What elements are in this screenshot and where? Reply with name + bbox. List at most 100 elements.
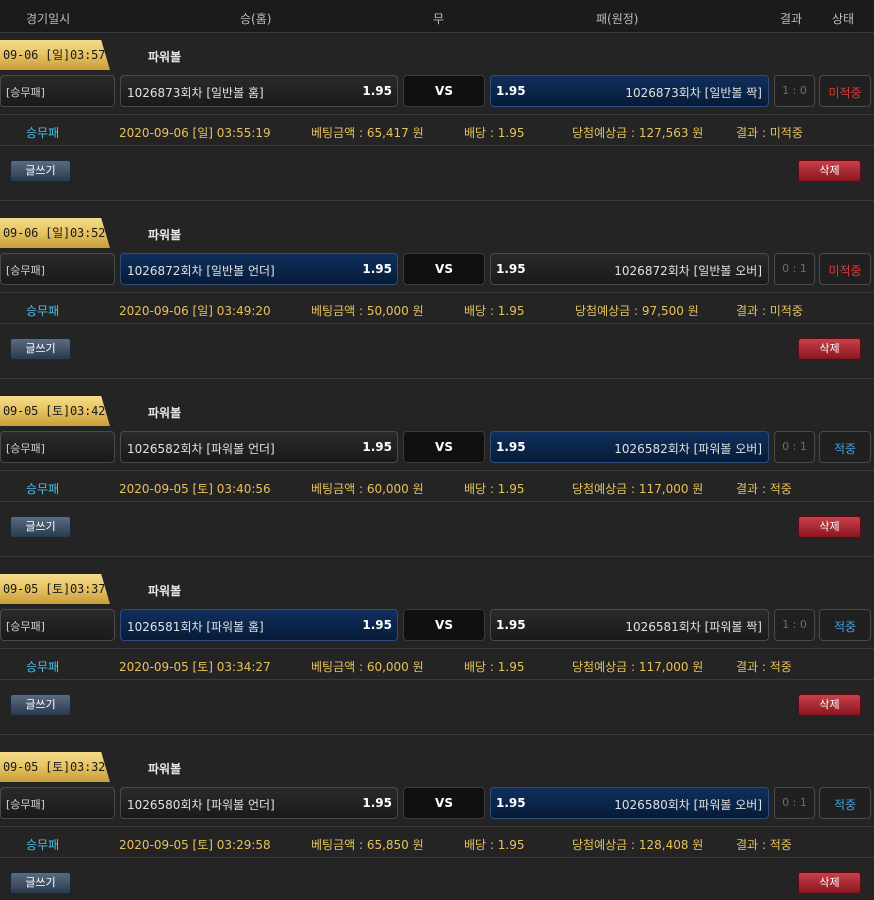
home-name: 1026582회차 [파워볼 언더] xyxy=(127,442,275,456)
bet-info-row: 승무패 2020-09-05 [토] 03:29:58 베팅금액 : 65,85… xyxy=(0,826,874,858)
bet-row: 09-05 [토]03:37 파워볼 [승무패] 1026581회차 [파워볼 … xyxy=(0,568,874,746)
bet-info-row: 승무패 2020-09-05 [토] 03:34:27 베팅금액 : 60,00… xyxy=(0,648,874,680)
bet-info-row: 승무패 2020-09-06 [일] 03:49:20 베팅금액 : 50,00… xyxy=(0,292,874,324)
bet-time: 2020-09-06 [일] 03:55:19 xyxy=(119,126,271,140)
bet-amount: 베팅금액 : 60,000 원 xyxy=(311,660,424,674)
home-option[interactable]: 1026582회차 [파워볼 언더] 1.95 xyxy=(120,431,398,463)
delete-button[interactable]: 삭제 xyxy=(798,338,861,360)
header-home: 승(홈) xyxy=(240,12,272,26)
game-name: 파워볼 xyxy=(148,406,182,420)
header-date: 경기일시 xyxy=(26,12,71,26)
bet-info-row: 승무패 2020-09-06 [일] 03:55:19 베팅금액 : 65,41… xyxy=(0,114,874,146)
write-button[interactable]: 글쓰기 xyxy=(10,160,71,182)
table-header: 경기일시 승(홈) 무 패(원정) 결과 상태 xyxy=(0,0,874,33)
bet-amount: 베팅금액 : 65,850 원 xyxy=(311,838,424,852)
vs-box: VS xyxy=(403,75,485,107)
divider xyxy=(0,734,874,735)
vs-label: VS xyxy=(435,618,453,632)
write-button[interactable]: 글쓰기 xyxy=(10,516,71,538)
bet-type-box: [승무패] xyxy=(0,431,115,463)
bet-result: 결과 : 적중 xyxy=(736,660,792,674)
away-name: 1026873회차 [일반볼 짝] xyxy=(625,86,762,100)
bet-odds: 배당 : 1.95 xyxy=(464,304,525,318)
away-odd: 1.95 xyxy=(496,440,526,454)
bet-result: 결과 : 적중 xyxy=(736,482,792,496)
bet-type: [승무패] xyxy=(6,264,45,277)
away-odd: 1.95 xyxy=(496,618,526,632)
bet-kind: 승무패 xyxy=(26,838,60,852)
bet-date-tag: 09-06 [일]03:52 xyxy=(0,218,110,248)
bet-type-box: [승무패] xyxy=(0,787,115,819)
header-away: 패(원정) xyxy=(596,12,639,26)
vs-box: VS xyxy=(403,609,485,641)
bet-kind: 승무패 xyxy=(26,660,60,674)
bet-row: 09-06 [일]03:57 파워볼 [승무패] 1026873회차 [일반볼 … xyxy=(0,34,874,212)
header-status: 상태 xyxy=(832,12,855,26)
bet-expected: 당첨예상금 : 128,408 원 xyxy=(572,838,704,852)
bet-kind: 승무패 xyxy=(26,126,60,140)
score: 0 : 1 xyxy=(782,796,807,809)
game-name: 파워볼 xyxy=(148,228,182,242)
delete-button[interactable]: 삭제 xyxy=(798,872,861,894)
bet-row: 09-05 [토]03:42 파워볼 [승무패] 1026582회차 [파워볼 … xyxy=(0,390,874,568)
home-option[interactable]: 1026873회차 [일반볼 홈] 1.95 xyxy=(120,75,398,107)
bet-odds: 배당 : 1.95 xyxy=(464,482,525,496)
score: 1 : 0 xyxy=(782,84,807,97)
write-button[interactable]: 글쓰기 xyxy=(10,338,71,360)
home-name: 1026872회차 [일반볼 언더] xyxy=(127,264,275,278)
divider xyxy=(0,556,874,557)
away-option[interactable]: 1.95 1026872회차 [일반볼 오버] xyxy=(490,253,769,285)
divider xyxy=(0,200,874,201)
status-box: 적중 xyxy=(819,431,871,463)
away-option[interactable]: 1.95 1026582회차 [파워볼 오버] xyxy=(490,431,769,463)
bet-odds: 배당 : 1.95 xyxy=(464,126,525,140)
home-odd: 1.95 xyxy=(362,84,392,98)
bet-time: 2020-09-05 [토] 03:34:27 xyxy=(119,660,271,674)
divider xyxy=(0,378,874,379)
home-odd: 1.95 xyxy=(362,796,392,810)
home-odd: 1.95 xyxy=(362,618,392,632)
status-box: 적중 xyxy=(819,787,871,819)
bet-time: 2020-09-05 [토] 03:40:56 xyxy=(119,482,271,496)
score: 0 : 1 xyxy=(782,440,807,453)
away-option[interactable]: 1.95 1026873회차 [일반볼 짝] xyxy=(490,75,769,107)
away-option[interactable]: 1.95 1026581회차 [파워볼 짝] xyxy=(490,609,769,641)
delete-button[interactable]: 삭제 xyxy=(798,516,861,538)
away-name: 1026580회차 [파워볼 오버] xyxy=(614,798,762,812)
bet-kind: 승무패 xyxy=(26,304,60,318)
home-option[interactable]: 1026581회차 [파워볼 홈] 1.95 xyxy=(120,609,398,641)
bet-result: 결과 : 미적중 xyxy=(736,304,803,318)
home-name: 1026873회차 [일반볼 홈] xyxy=(127,86,264,100)
header-draw: 무 xyxy=(433,12,445,26)
bet-date-tag: 09-05 [토]03:32 xyxy=(0,752,110,782)
bet-type-box: [승무패] xyxy=(0,609,115,641)
home-option[interactable]: 1026580회차 [파워볼 언더] 1.95 xyxy=(120,787,398,819)
status-box: 적중 xyxy=(819,609,871,641)
header-result: 결과 xyxy=(780,12,803,26)
away-name: 1026872회차 [일반볼 오버] xyxy=(614,264,762,278)
delete-button[interactable]: 삭제 xyxy=(798,160,861,182)
status-badge: 미적중 xyxy=(828,264,862,278)
delete-button[interactable]: 삭제 xyxy=(798,694,861,716)
game-name: 파워볼 xyxy=(148,50,182,64)
write-button[interactable]: 글쓰기 xyxy=(10,694,71,716)
status-box: 미적중 xyxy=(819,75,871,107)
bet-time: 2020-09-06 [일] 03:49:20 xyxy=(119,304,271,318)
bet-time: 2020-09-05 [토] 03:29:58 xyxy=(119,838,271,852)
status-badge: 적중 xyxy=(833,442,857,456)
bet-row: 09-05 [토]03:32 파워볼 [승무패] 1026580회차 [파워볼 … xyxy=(0,746,874,900)
bet-amount: 베팅금액 : 60,000 원 xyxy=(311,482,424,496)
away-option[interactable]: 1.95 1026580회차 [파워볼 오버] xyxy=(490,787,769,819)
score-box: 0 : 1 xyxy=(774,787,815,819)
home-name: 1026581회차 [파워볼 홈] xyxy=(127,620,264,634)
away-name: 1026582회차 [파워볼 오버] xyxy=(614,442,762,456)
bet-type: [승무패] xyxy=(6,798,45,811)
status-badge: 미적중 xyxy=(828,86,862,100)
home-option[interactable]: 1026872회차 [일반볼 언더] 1.95 xyxy=(120,253,398,285)
write-button[interactable]: 글쓰기 xyxy=(10,872,71,894)
vs-label: VS xyxy=(435,84,453,98)
away-odd: 1.95 xyxy=(496,84,526,98)
vs-box: VS xyxy=(403,431,485,463)
score: 0 : 1 xyxy=(782,262,807,275)
bet-expected: 당첨예상금 : 117,000 원 xyxy=(572,482,704,496)
